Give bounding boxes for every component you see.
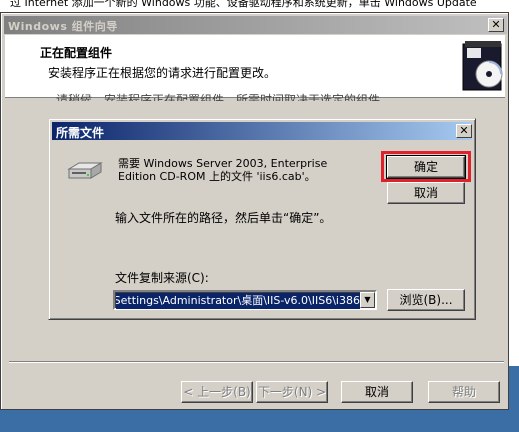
wizard-title: Windows 组件向导: [8, 20, 118, 33]
wizard-cancel-button[interactable]: 取消: [341, 381, 413, 403]
close-icon: ✕: [459, 124, 469, 137]
browse-button[interactable]: 浏览(B)...: [387, 289, 465, 311]
wizard-separator: [9, 361, 504, 363]
dialog-close-button[interactable]: ✕: [456, 124, 472, 138]
chevron-down-icon[interactable]: ▼: [360, 292, 375, 308]
back-button[interactable]: < 上一步(B): [181, 381, 253, 403]
background-top-text: 过 Internet 添加一个新的 Windows 功能、设备驱动程序和系统更新…: [0, 0, 519, 8]
wizard-header: 正在配置组件 安装程序正在根据您的请求进行配置更改。: [5, 35, 505, 98]
close-icon: ✕: [491, 18, 501, 31]
dialog-cancel-button[interactable]: 取消: [387, 182, 465, 204]
help-button[interactable]: 帮助: [428, 381, 500, 403]
source-path-combobox[interactable]: C:\Documents and Settings\Administrator\…: [113, 290, 377, 310]
wizard-header-title: 正在配置组件: [40, 46, 113, 60]
dialog-message: 需要 Windows Server 2003, Enterprise Editi…: [118, 157, 328, 183]
dialog-title-bar[interactable]: 所需文件 ✕: [52, 122, 472, 140]
wizard-close-button[interactable]: ✕: [488, 18, 504, 32]
wizard-header-subtitle: 安装程序正在根据您的请求进行配置更改。: [48, 66, 277, 80]
source-path-text: C:\Documents and Settings\Administrator\…: [116, 293, 360, 309]
dialog-title: 所需文件: [56, 126, 105, 140]
required-files-dialog: 所需文件 ✕ 需要 Windows Server 2003, Enterpris…: [48, 118, 476, 320]
wizard-obscured-text: 请稍候，安装程序正在配置组件。所需时间取决于选定的组件。: [56, 93, 393, 101]
next-button[interactable]: 下一步(N) >: [256, 381, 328, 403]
cd-box-icon: [462, 41, 503, 91]
dialog-instruction: 输入文件所在的路径，然后单击“确定”。: [115, 211, 332, 225]
wizard-title-bar[interactable]: Windows 组件向导 ✕: [4, 16, 507, 34]
cd-drive-icon: [67, 162, 103, 179]
highlight-box: [381, 151, 471, 182]
source-label: 文件复制来源(C):: [115, 271, 209, 285]
